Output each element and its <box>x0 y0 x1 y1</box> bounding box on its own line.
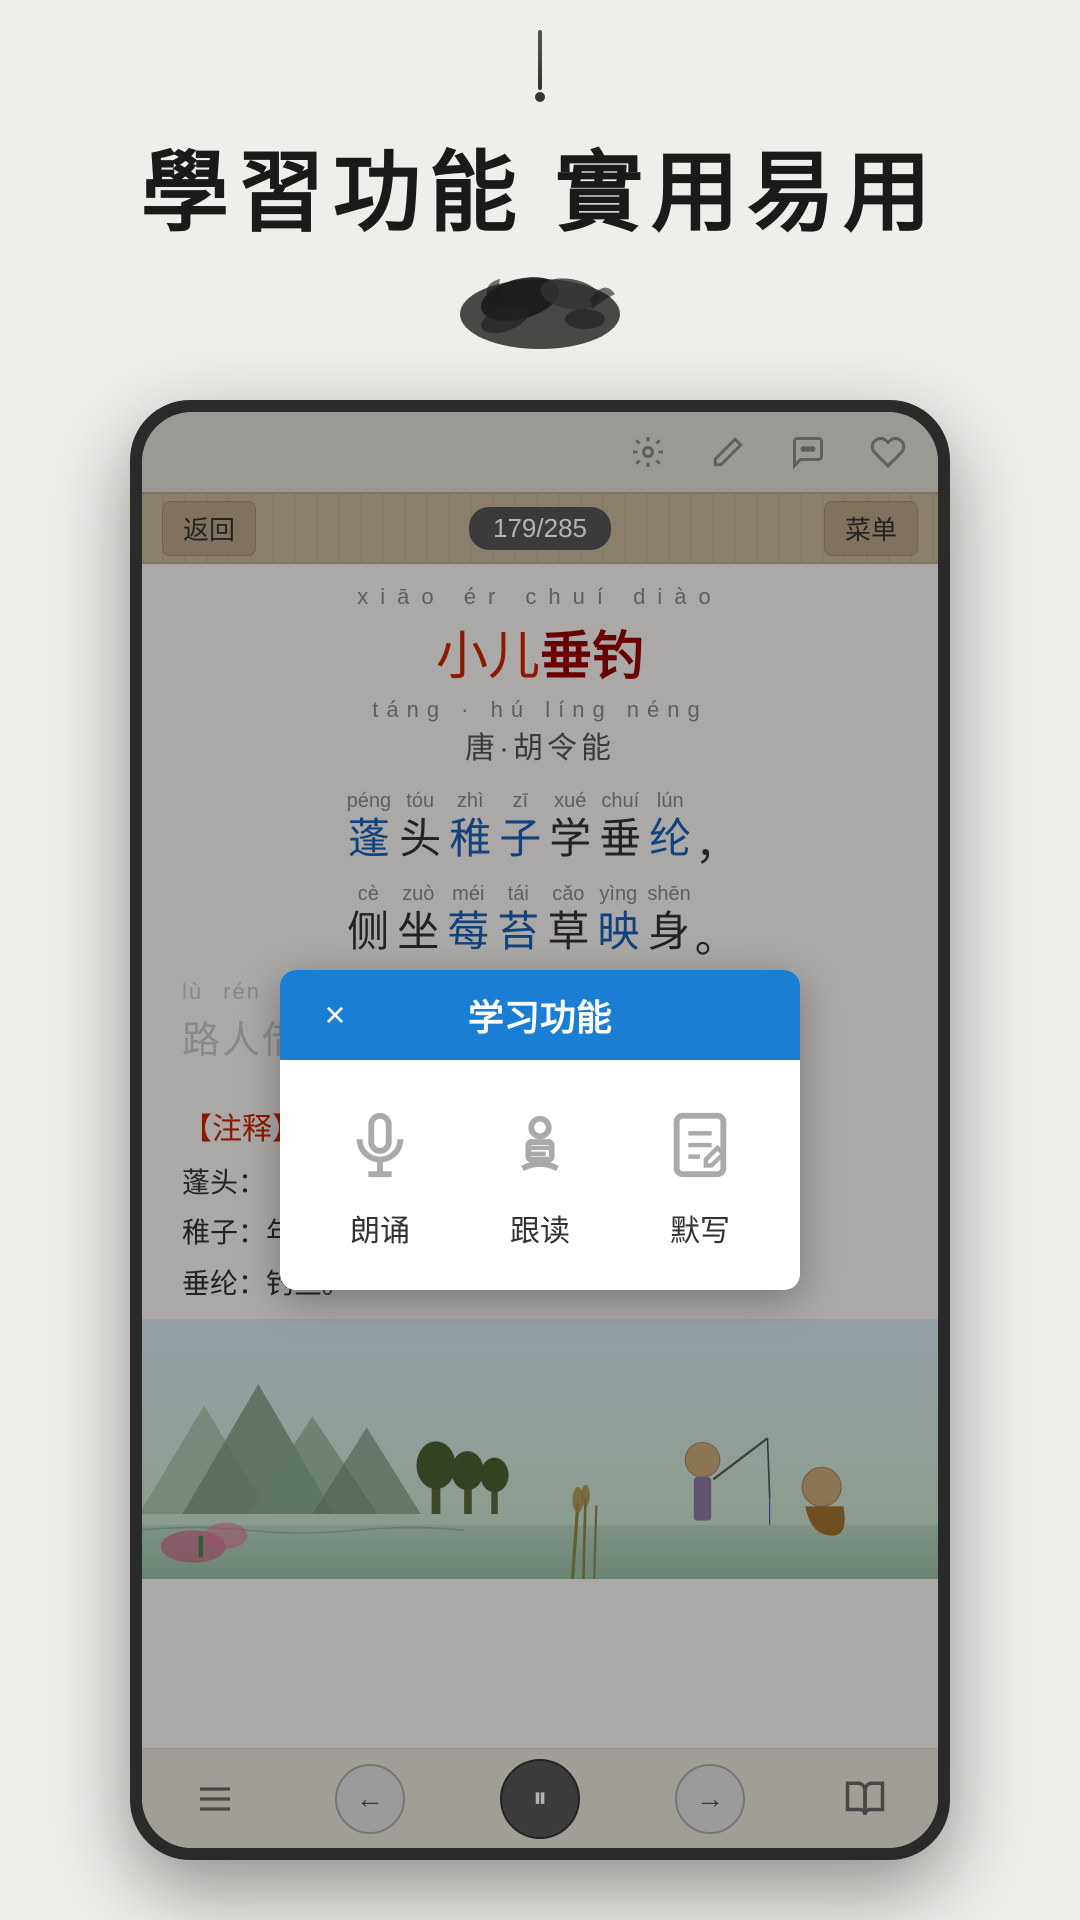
modal-overlay[interactable]: × 学习功能 <box>142 412 938 1848</box>
langsung-label: 朗诵 <box>350 1206 410 1250</box>
modal-item-langsung[interactable]: 朗诵 <box>335 1100 425 1250</box>
write-icon <box>655 1100 745 1190</box>
learning-modal: × 学习功能 <box>280 970 800 1290</box>
page-title: 學習功能 實用易用 <box>141 122 939 249</box>
gendu-label: 跟读 <box>510 1206 570 1250</box>
phone-screen: 返回 179/285 菜单 xiāo ér chuí diào 小儿垂钓 tán… <box>142 412 938 1848</box>
ink-blob-decoration <box>430 239 650 369</box>
modal-body: 朗诵 跟读 <box>280 1060 800 1290</box>
phone-mockup: 返回 179/285 菜单 xiāo ér chuí diào 小儿垂钓 tán… <box>130 400 950 1860</box>
modal-item-gendu[interactable]: 跟读 <box>495 1100 585 1250</box>
modal-item-moxie[interactable]: 默写 <box>655 1100 745 1250</box>
top-decorative-area: 學習功能 實用易用 <box>0 0 1080 420</box>
modal-title: 学习功能 <box>360 989 720 1041</box>
person-read-icon <box>495 1100 585 1190</box>
modal-close-button[interactable]: × <box>310 990 360 1040</box>
moxie-label: 默写 <box>670 1206 730 1250</box>
microphone-icon <box>335 1100 425 1190</box>
modal-header: × 学习功能 <box>280 970 800 1060</box>
